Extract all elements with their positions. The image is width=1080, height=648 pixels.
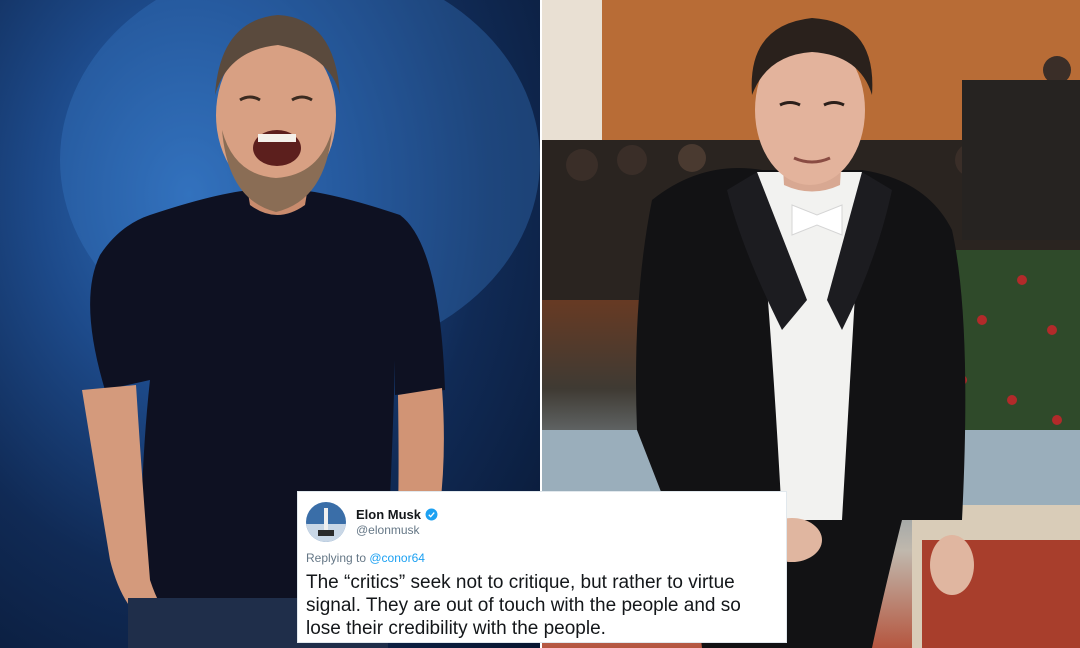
author-handle[interactable]: @elonmusk (356, 523, 438, 537)
avatar[interactable] (306, 502, 346, 542)
tweet-header: Elon Musk @elonmusk (306, 502, 778, 542)
replying-to-line: Replying to @conor64 (306, 551, 778, 565)
tweet-text: The “critics” seek not to critique, but … (306, 572, 741, 639)
verified-badge-icon (425, 508, 438, 521)
image-collage: Elon Musk @elonmusk Replying to @conor64… (0, 0, 1080, 648)
tweet-card: Elon Musk @elonmusk Replying to @conor64… (297, 491, 787, 643)
rocket-launch-avatar-icon (306, 502, 346, 542)
author-name[interactable]: Elon Musk (356, 507, 421, 522)
replying-prefix: Replying to (306, 551, 370, 565)
author-block: Elon Musk @elonmusk (356, 507, 438, 537)
name-row: Elon Musk (356, 507, 438, 522)
replying-to-link[interactable]: @conor64 (369, 551, 425, 565)
